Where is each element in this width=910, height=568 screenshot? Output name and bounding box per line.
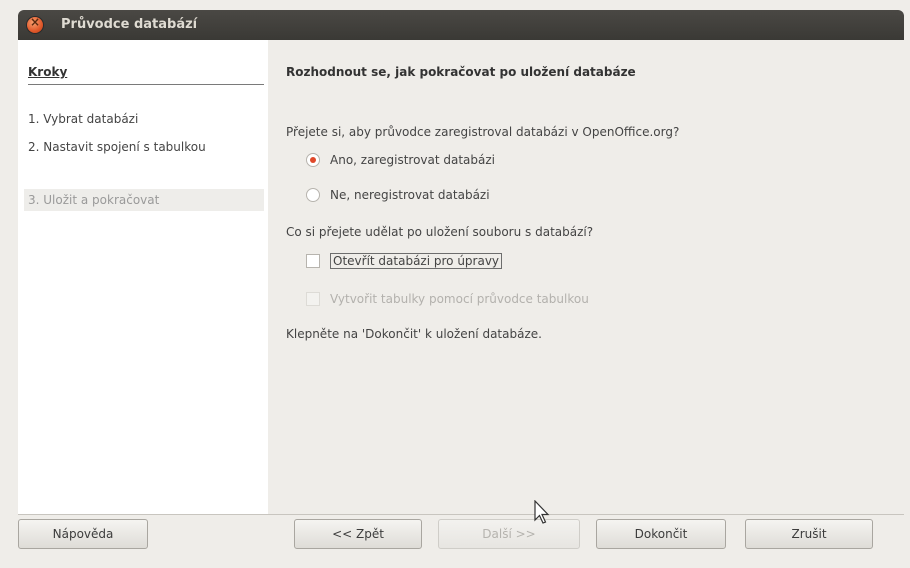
- help-button[interactable]: Nápověda: [18, 519, 148, 549]
- register-yes-label: Ano, zaregistrovat databázi: [330, 153, 496, 167]
- finish-button[interactable]: Dokončit: [596, 519, 726, 549]
- register-question: Přejete si, aby průvodce zaregistroval d…: [286, 125, 680, 139]
- register-yes-option[interactable]: Ano, zaregistrovat databázi: [306, 151, 495, 169]
- create-tables-option: Vytvořit tabulky pomocí průvodce tabulko…: [306, 290, 589, 308]
- next-button: Další >>: [438, 519, 580, 549]
- register-no-label: Ne, neregistrovat databázi: [330, 188, 490, 202]
- mouse-pointer-icon: [534, 500, 550, 524]
- radio-unselected-icon[interactable]: [306, 188, 320, 202]
- button-separator: [18, 514, 904, 515]
- radio-selected-icon[interactable]: [306, 153, 320, 167]
- finish-instruction: Klepněte na 'Dokončit' k uložení databáz…: [286, 327, 542, 341]
- back-button[interactable]: << Zpět: [294, 519, 422, 549]
- wizard-content: Rozhodnout se, jak pokračovat po uložení…: [268, 40, 904, 514]
- checkbox-unchecked-icon[interactable]: [306, 254, 320, 268]
- step-set-table-connection[interactable]: 2. Nastavit spojení s tabulkou: [28, 139, 253, 155]
- cancel-button[interactable]: Zrušit: [745, 519, 873, 549]
- open-for-editing-option[interactable]: Otevřít databázi pro úpravy: [306, 252, 503, 270]
- close-window-icon[interactable]: [27, 15, 43, 33]
- steps-heading: Kroky: [28, 65, 68, 79]
- database-wizard-window: Průvodce databází Kroky 1. Vybrat databá…: [18, 10, 904, 566]
- page-heading: Rozhodnout se, jak pokračovat po uložení…: [286, 65, 636, 79]
- create-tables-label: Vytvořit tabulky pomocí průvodce tabulko…: [330, 292, 589, 306]
- steps-divider: [28, 84, 264, 85]
- step-save-and-continue: 3. Uložit a pokračovat: [24, 189, 264, 211]
- open-for-editing-label: Otevřít databázi pro úpravy: [330, 253, 503, 269]
- title-bar: Průvodce databází: [18, 10, 904, 40]
- register-no-option[interactable]: Ne, neregistrovat databázi: [306, 186, 490, 204]
- after-save-question: Co si přejete udělat po uložení souboru …: [286, 225, 594, 239]
- step-select-database[interactable]: 1. Vybrat databázi: [28, 111, 253, 127]
- steps-panel: Kroky 1. Vybrat databázi 2. Nastavit spo…: [18, 40, 268, 514]
- checkbox-disabled-icon: [306, 292, 320, 306]
- window-title: Průvodce databází: [61, 17, 198, 32]
